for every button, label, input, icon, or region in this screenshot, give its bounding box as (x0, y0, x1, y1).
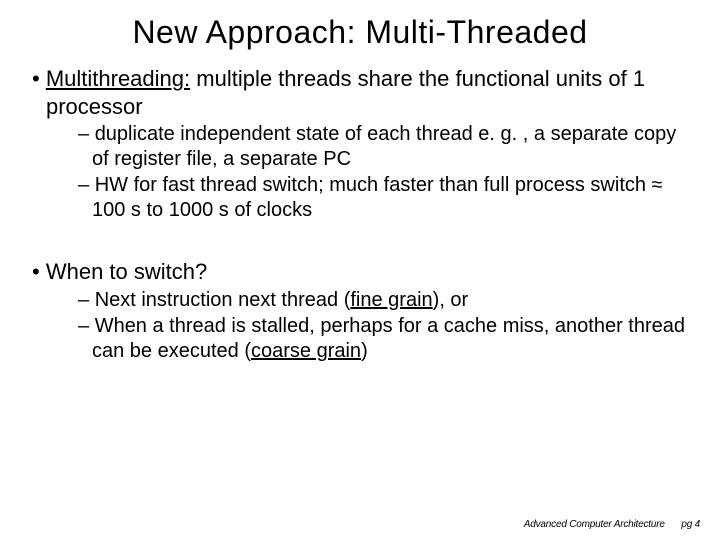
text-segment: When a thread is stalled, perhaps for a … (92, 315, 685, 362)
footer-page-number: pg 4 (681, 519, 700, 530)
slide: New Approach: Multi-Threaded Multithread… (0, 0, 720, 540)
text-segment: ), or (433, 289, 469, 311)
bullet-multithreading: Multithreading: multiple threads share t… (28, 65, 692, 120)
term-multithreading: Multithreading: (46, 66, 190, 91)
subbullet-coarse-grain: When a thread is stalled, perhaps for a … (28, 314, 692, 364)
footer-course: Advanced Computer Architecture (524, 519, 665, 530)
bullet-when-switch: When to switch? (28, 258, 692, 286)
subbullet-duplicate-state: duplicate independent state of each thre… (28, 122, 692, 172)
subbullet-hw-switch: HW for fast thread switch; much faster t… (28, 173, 692, 223)
term-fine-grain: fine grain (350, 289, 432, 311)
slide-title: New Approach: Multi-Threaded (28, 14, 692, 51)
text-segment: ) (361, 340, 368, 362)
term-coarse-grain: coarse grain (251, 340, 361, 362)
spacer (28, 224, 692, 258)
footer: Advanced Computer Architecture pg 4 (524, 519, 700, 530)
text-segment: Next instruction next thread ( (95, 289, 351, 311)
subbullet-fine-grain: Next instruction next thread (fine grain… (28, 288, 692, 313)
